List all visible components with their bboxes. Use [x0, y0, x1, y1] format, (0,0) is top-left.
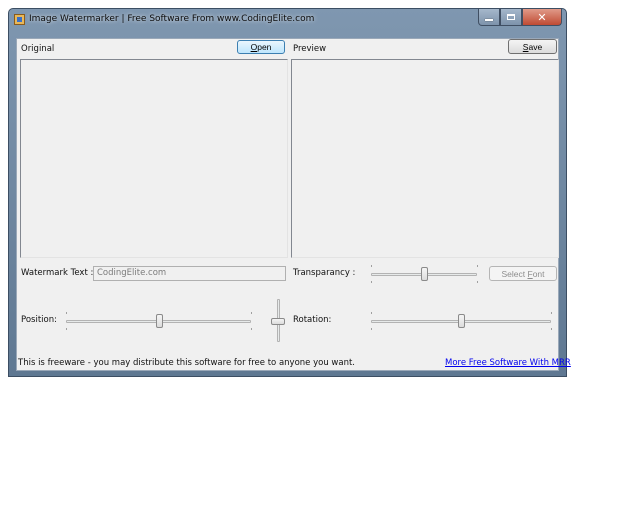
- slider-thumb: [458, 314, 465, 328]
- close-button[interactable]: ✕: [522, 9, 562, 26]
- original-image-box: [20, 59, 288, 258]
- slider-tick: [371, 312, 372, 314]
- maximize-icon: [507, 14, 515, 20]
- slider-thumb: [421, 267, 428, 281]
- minimize-button[interactable]: [478, 9, 500, 26]
- window-title: Image Watermarker | Free Software From w…: [29, 14, 315, 24]
- minimize-icon: [485, 18, 493, 21]
- preview-image-box: [291, 59, 559, 258]
- app-icon: [14, 14, 25, 25]
- slider-tick: [371, 265, 372, 267]
- preview-label: Preview: [293, 44, 327, 54]
- close-icon: ✕: [537, 10, 547, 24]
- slider-tick: [66, 312, 67, 314]
- slider-tick: [371, 328, 372, 330]
- save-label-rest: ave: [528, 41, 543, 52]
- slider-thumb: [271, 317, 285, 325]
- transparancy-label: Transparancy :: [293, 268, 356, 278]
- slider-tick: [477, 265, 478, 267]
- title-bar[interactable]: Image Watermarker | Free Software From w…: [9, 9, 566, 31]
- client-area: Original Open Preview Save Watermark Tex…: [16, 38, 571, 371]
- maximize-button[interactable]: [500, 9, 522, 26]
- open-button[interactable]: Open: [237, 40, 285, 54]
- slider-tick: [251, 328, 252, 330]
- position-label: Position:: [21, 315, 57, 325]
- slider-tick: [251, 312, 252, 314]
- original-label: Original: [21, 44, 55, 54]
- slider-tick: [551, 312, 552, 314]
- watermark-text-input[interactable]: CodingElite.com: [93, 266, 286, 281]
- caption-buttons: ✕: [478, 9, 562, 26]
- app-window: Image Watermarker | Free Software From w…: [8, 8, 571, 377]
- save-button[interactable]: Save: [508, 39, 557, 54]
- rotation-label: Rotation:: [293, 315, 332, 325]
- select-font-rest: ont: [532, 268, 545, 279]
- slider-tick: [371, 281, 372, 283]
- more-software-link[interactable]: More Free Software With MRR: [445, 358, 571, 368]
- slider-thumb: [155, 314, 163, 328]
- slider-tick: [477, 281, 478, 283]
- open-label-rest: pen: [257, 42, 272, 52]
- select-font-prefix: Select: [501, 268, 528, 279]
- watermark-text-label: Watermark Text :: [21, 268, 94, 278]
- slider-tick: [551, 328, 552, 330]
- slider-tick: [66, 328, 67, 330]
- select-font-button[interactable]: Select Font: [489, 266, 557, 281]
- freeware-notice: This is freeware - you may distribute th…: [18, 358, 356, 368]
